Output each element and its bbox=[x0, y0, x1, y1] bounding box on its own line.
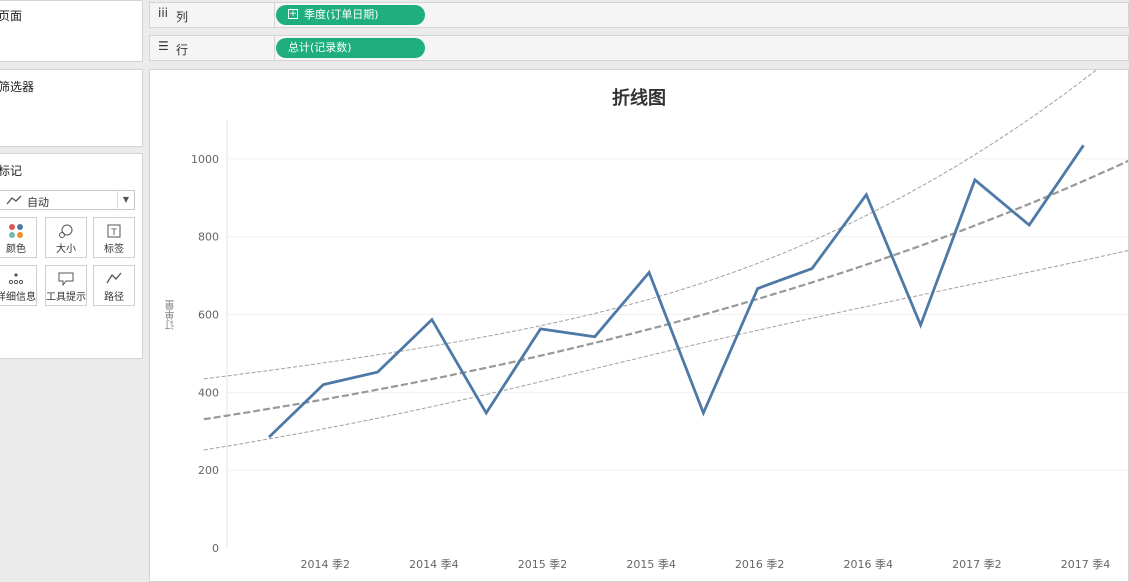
line-chart[interactable]: 0 200 400 600 800 1000 2014 季2 2014 季4 2015 季2 20… bbox=[150, 70, 1128, 581]
data-point bbox=[864, 193, 868, 197]
x-tick-label: 2014 季4 bbox=[409, 558, 459, 571]
size-button[interactable]: 大小 bbox=[45, 217, 87, 258]
detail-icon bbox=[0, 266, 36, 288]
y-tick-label: 200 bbox=[198, 464, 219, 477]
marks-panel: 标记 自动 ▼ 颜色 大小 T 标签 详细信息 工具提示 路径 bbox=[0, 153, 143, 359]
columns-icon: iii bbox=[158, 6, 169, 20]
data-point bbox=[810, 267, 814, 271]
rows-pill[interactable]: 总计(记录数) bbox=[276, 38, 425, 58]
x-tick-label: 2015 季4 bbox=[626, 558, 676, 571]
rows-label: 行 bbox=[176, 43, 189, 57]
columns-shelf-header: iii 列 bbox=[150, 3, 275, 27]
color-dots-icon bbox=[0, 218, 36, 240]
label-button[interactable]: T 标签 bbox=[93, 217, 135, 258]
filters-panel[interactable]: 筛选器 bbox=[0, 69, 143, 147]
path-button-label: 路径 bbox=[104, 292, 124, 303]
pages-title: 页面 bbox=[0, 9, 23, 23]
x-tick-label: 2015 季2 bbox=[518, 558, 568, 571]
filters-title: 筛选器 bbox=[0, 80, 35, 94]
line-mark-icon bbox=[6, 195, 22, 205]
data-point bbox=[376, 370, 380, 374]
tooltip-button[interactable]: 工具提示 bbox=[45, 265, 87, 306]
y-tick-label: 0 bbox=[212, 542, 219, 555]
columns-label: 列 bbox=[176, 10, 189, 24]
y-tick-label: 1000 bbox=[191, 153, 219, 166]
color-button[interactable]: 颜色 bbox=[0, 217, 37, 258]
size-icon bbox=[46, 218, 86, 240]
columns-shelf[interactable]: iii 列 + 季度(订单日期) bbox=[149, 2, 1129, 28]
label-button-label: 标签 bbox=[104, 244, 124, 255]
label-icon: T bbox=[94, 218, 134, 240]
data-point bbox=[919, 323, 923, 327]
x-tick-label: 2016 季4 bbox=[844, 558, 894, 571]
data-point bbox=[593, 335, 597, 339]
y-tick-label: 800 bbox=[198, 231, 219, 244]
x-tick-label: 2016 季2 bbox=[735, 558, 785, 571]
lower-confidence-band bbox=[203, 250, 1128, 451]
mark-type-label: 自动 bbox=[27, 196, 49, 209]
data-point bbox=[267, 435, 271, 439]
columns-pill[interactable]: + 季度(订单日期) bbox=[276, 5, 425, 25]
y-tick-label: 600 bbox=[198, 309, 219, 322]
marks-title: 标记 bbox=[0, 164, 23, 178]
data-point bbox=[539, 327, 543, 331]
path-icon bbox=[94, 266, 134, 288]
data-point bbox=[484, 411, 488, 415]
detail-button-label: 详细信息 bbox=[0, 292, 36, 303]
chevron-down-icon[interactable]: ▼ bbox=[117, 191, 134, 209]
data-point bbox=[430, 318, 434, 322]
data-point bbox=[1082, 143, 1086, 147]
rows-shelf[interactable]: ☰ 行 总计(记录数) bbox=[149, 35, 1129, 61]
svg-text:T: T bbox=[110, 228, 117, 238]
chart-view[interactable]: 折线图 订单量 0 200 400 600 800 1000 2014 季2 2014 季4 2… bbox=[149, 69, 1129, 582]
data-point bbox=[321, 383, 325, 387]
x-tick-label: 2017 季4 bbox=[1061, 558, 1111, 571]
pages-panel[interactable]: 页面 bbox=[0, 0, 143, 62]
data-point bbox=[756, 286, 760, 290]
columns-pill-label: 季度(订单日期) bbox=[304, 8, 379, 21]
data-point bbox=[647, 271, 651, 275]
expand-icon[interactable]: + bbox=[288, 9, 298, 19]
upper-confidence-band bbox=[203, 70, 1098, 380]
tooltip-icon bbox=[46, 266, 86, 288]
detail-button[interactable]: 详细信息 bbox=[0, 265, 37, 306]
path-button[interactable]: 路径 bbox=[93, 265, 135, 306]
x-tick-label: 2017 季2 bbox=[952, 558, 1002, 571]
y-tick-label: 400 bbox=[198, 386, 219, 399]
x-tick-label: 2014 季2 bbox=[301, 558, 351, 571]
rows-shelf-header: ☰ 行 bbox=[150, 36, 275, 60]
data-point bbox=[1027, 223, 1031, 227]
tooltip-button-label: 工具提示 bbox=[46, 292, 86, 303]
rows-pill-label: 总计(记录数) bbox=[288, 41, 352, 54]
rows-icon: ☰ bbox=[158, 39, 169, 53]
mark-type-dropdown[interactable]: 自动 ▼ bbox=[0, 190, 135, 210]
size-button-label: 大小 bbox=[56, 244, 76, 255]
data-point bbox=[973, 178, 977, 182]
data-point bbox=[701, 411, 705, 415]
color-button-label: 颜色 bbox=[6, 244, 26, 255]
